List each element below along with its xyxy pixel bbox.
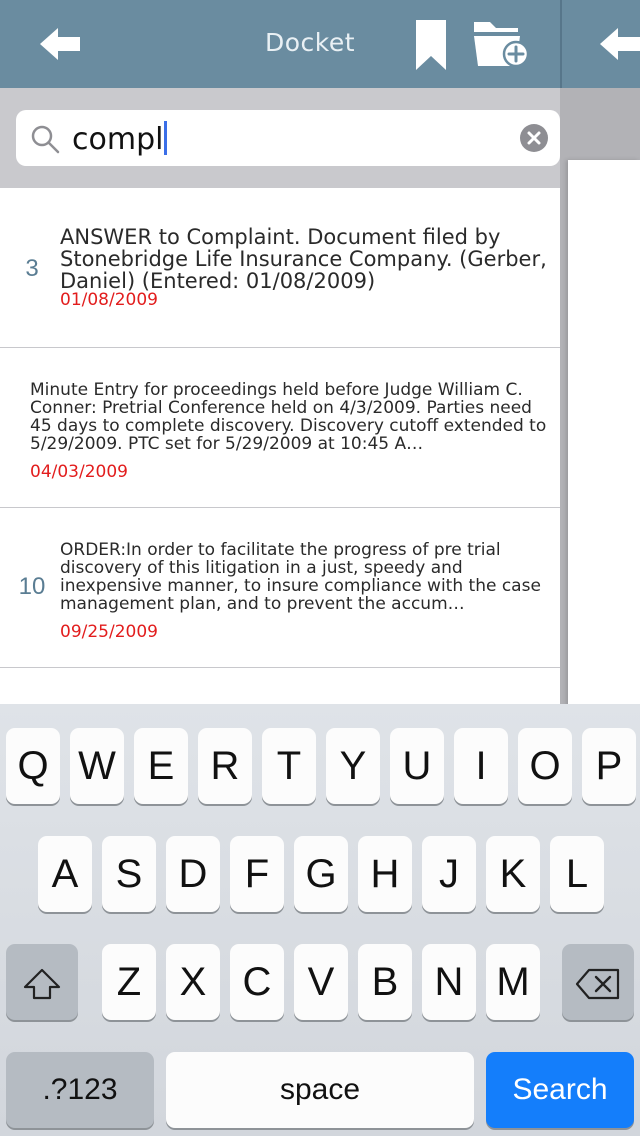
shift-arrow-icon: [23, 969, 61, 1000]
entry-number: 10: [18, 573, 46, 600]
entry-number: 3: [25, 255, 39, 282]
page-title: Docket: [264, 28, 356, 57]
bookmark-icon[interactable]: [414, 20, 448, 70]
add-folder-icon[interactable]: [472, 18, 532, 68]
key-g[interactable]: G: [294, 836, 348, 912]
key-m[interactable]: M: [486, 944, 540, 1020]
list-item[interactable]: 10 ORDER:In order to facilitate the prog…: [0, 508, 560, 668]
key-q[interactable]: Q: [6, 728, 60, 804]
key-l[interactable]: L: [550, 836, 604, 912]
key-c[interactable]: C: [230, 944, 284, 1020]
search-bar: compl: [0, 88, 560, 188]
key-y[interactable]: Y: [326, 728, 380, 804]
key-u[interactable]: U: [390, 728, 444, 804]
key-x[interactable]: X: [166, 944, 220, 1020]
entry-date: 09/25/2009: [60, 622, 158, 642]
entry-description: Minute Entry for proceedings held before…: [30, 380, 547, 454]
search-icon: [31, 125, 60, 154]
shift-key[interactable]: [6, 944, 78, 1020]
search-input-value: compl: [72, 121, 168, 157]
entry-date: 04/03/2009: [30, 462, 128, 482]
key-s[interactable]: S: [102, 836, 156, 912]
document-preview-page[interactable]: [568, 160, 640, 708]
back-arrow-icon[interactable]: [38, 26, 82, 62]
key-j[interactable]: J: [422, 836, 476, 912]
search-key[interactable]: Search: [486, 1052, 634, 1128]
key-p[interactable]: P: [582, 728, 636, 804]
search-input[interactable]: compl: [16, 110, 560, 166]
preview-navigation-bar: [560, 0, 640, 88]
key-f[interactable]: F: [230, 836, 284, 912]
delete-key[interactable]: [562, 944, 634, 1020]
key-d[interactable]: D: [166, 836, 220, 912]
space-key[interactable]: space: [166, 1052, 474, 1128]
text-caret: [164, 121, 168, 155]
navigation-bar: Docket: [0, 0, 560, 88]
key-b[interactable]: B: [358, 944, 412, 1020]
key-n[interactable]: N: [422, 944, 476, 1020]
key-z[interactable]: Z: [102, 944, 156, 1020]
numbers-key[interactable]: .?123: [6, 1052, 154, 1128]
entry-date: 01/08/2009: [60, 290, 158, 310]
key-w[interactable]: W: [70, 728, 124, 804]
list-item[interactable]: Minute Entry for proceedings held before…: [0, 348, 560, 508]
key-o[interactable]: O: [518, 728, 572, 804]
backspace-icon: [575, 969, 620, 1000]
key-a[interactable]: A: [38, 836, 92, 912]
entry-description: ANSWER to Complaint. Document filed by S…: [60, 225, 547, 294]
list-item[interactable]: 3 ANSWER to Complaint. Document filed by…: [0, 188, 560, 348]
docket-results-list: 3 ANSWER to Complaint. Document filed by…: [0, 188, 560, 708]
key-v[interactable]: V: [294, 944, 348, 1020]
entry-description: ORDER:In order to facilitate the progres…: [60, 540, 541, 614]
keyboard: Q W E R T Y U I O P A S D F G H J K L Z …: [0, 704, 640, 1136]
clear-search-icon[interactable]: [520, 124, 548, 152]
key-t[interactable]: T: [262, 728, 316, 804]
key-e[interactable]: E: [134, 728, 188, 804]
key-k[interactable]: K: [486, 836, 540, 912]
key-h[interactable]: H: [358, 836, 412, 912]
key-i[interactable]: I: [454, 728, 508, 804]
key-r[interactable]: R: [198, 728, 252, 804]
preview-back-arrow-icon[interactable]: [598, 26, 640, 62]
